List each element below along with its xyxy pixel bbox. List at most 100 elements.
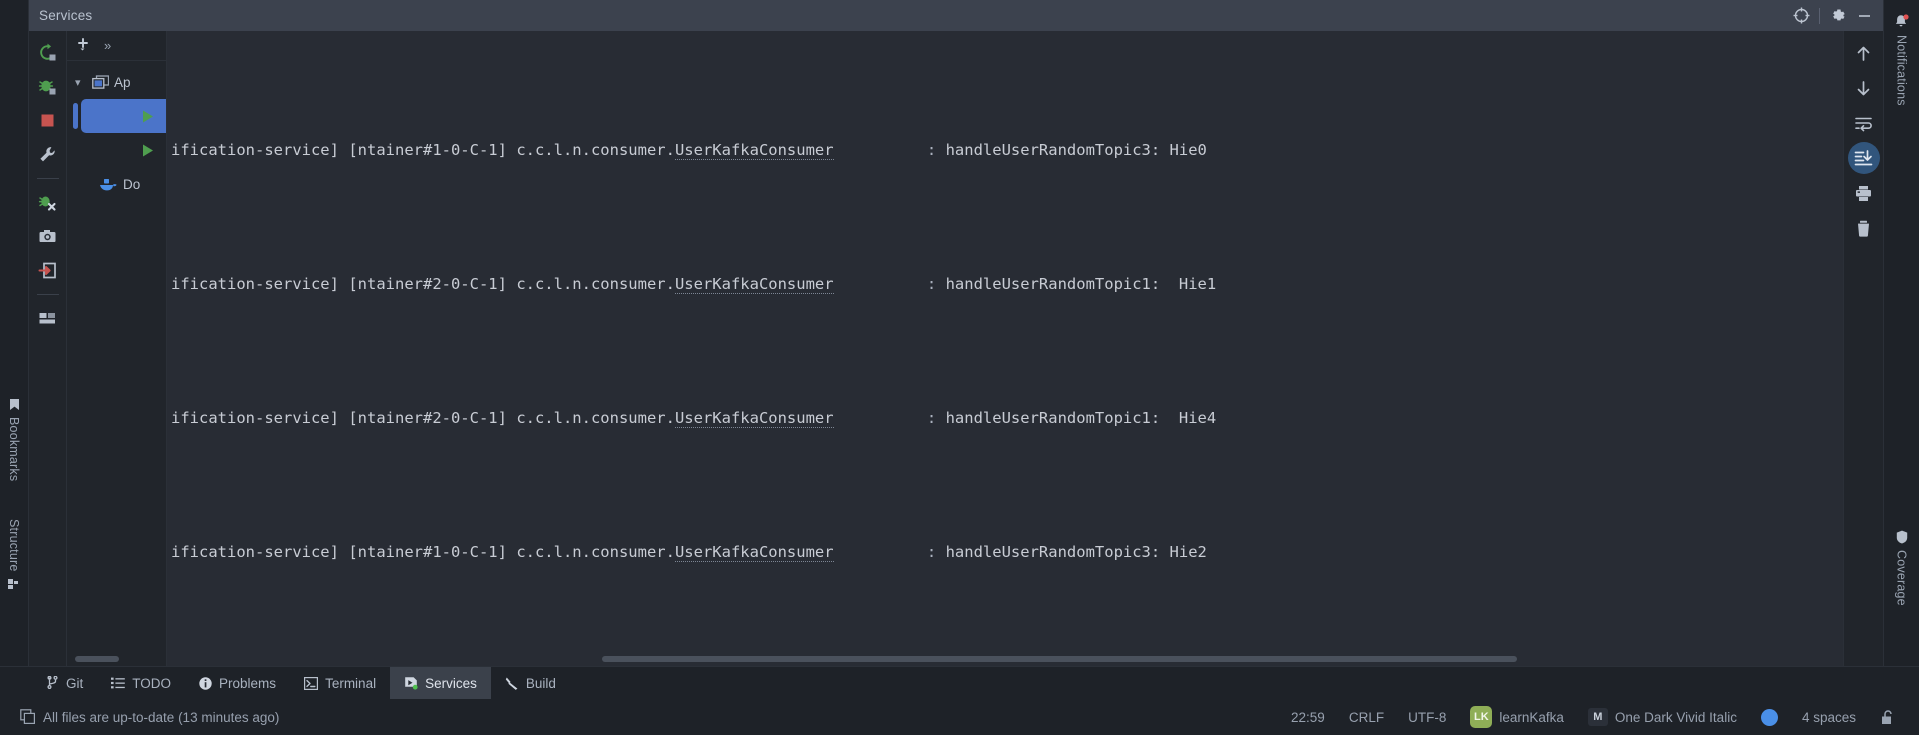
console-area: ification-service] [ntainer#1-0-C-1] c.c… (167, 31, 1843, 666)
tab-terminal[interactable]: Terminal (290, 667, 390, 699)
log-service: ification-service] (171, 274, 339, 293)
print-button[interactable] (1848, 177, 1880, 209)
minimize-icon[interactable] (1851, 3, 1877, 29)
file-encoding[interactable]: UTF-8 (1396, 699, 1458, 735)
log-logger: c.c.l.n.consumer. (516, 542, 675, 561)
services-tree-panel: » ▾ Ap Do (67, 31, 167, 666)
debug-button[interactable] (33, 71, 63, 101)
soft-wrap-button[interactable] (1848, 107, 1880, 139)
tab-todo-label: TODO (132, 675, 172, 691)
chevron-down-icon[interactable]: ▾ (75, 76, 87, 89)
log-logger: c.c.l.n.consumer. (516, 408, 675, 427)
tab-git[interactable]: Git (32, 667, 97, 699)
log-message: handleUserRandomTopic3: Hie2 (945, 542, 1207, 561)
tree-node-docker[interactable]: Do (67, 167, 166, 201)
log-thread: [ntainer#2-0-C-1] (348, 274, 507, 293)
add-service-button[interactable] (75, 37, 92, 54)
log-service: ification-service] (171, 542, 339, 561)
console-horizontal-scrollbar[interactable] (602, 656, 1517, 662)
log-service: ification-service] (171, 408, 339, 427)
build-icon (505, 676, 519, 690)
log-separator: : (926, 542, 946, 561)
sync-status-label: All files are up-to-date (13 minutes ago… (43, 709, 280, 725)
tree-more-button[interactable]: » (104, 38, 111, 53)
export-button[interactable] (33, 255, 63, 285)
settings-wrench-button[interactable] (33, 139, 63, 169)
header-divider (1819, 7, 1820, 24)
tab-git-label: Git (66, 675, 84, 691)
layout-button[interactable] (33, 303, 63, 333)
log-separator: : (926, 140, 946, 159)
scroll-to-end-button[interactable] (1847, 142, 1880, 174)
tree-node-application[interactable]: ▾ Ap (67, 65, 166, 99)
log-message: handleUserRandomTopic1: Hie1 (945, 274, 1217, 293)
line-separator[interactable]: CRLF (1337, 699, 1396, 735)
services-tool-window: Services » ▾ Ap Do ification-service] [n… (29, 0, 1883, 666)
tree-node-docker-label: Do (123, 176, 141, 192)
services-icon (404, 676, 418, 690)
up-arrow-button[interactable] (1848, 37, 1880, 69)
tab-todo[interactable]: TODO (97, 667, 185, 699)
log-class-link[interactable]: UserKafkaConsumer (674, 542, 834, 562)
bell-icon (1894, 14, 1909, 29)
screenshot-button[interactable] (33, 221, 63, 251)
git-branch-label: learnKafka (1499, 709, 1564, 725)
file-encoding-label: UTF-8 (1408, 709, 1447, 725)
tab-problems[interactable]: Problems (185, 667, 290, 699)
indent-setting[interactable]: 4 spaces (1790, 699, 1868, 735)
tree-node-run-selected[interactable] (81, 99, 166, 133)
readonly-toggle[interactable] (1868, 699, 1919, 735)
body-region: Bookmarks Structure Services » ▾ Ap Do i… (0, 0, 1919, 666)
log-logger: c.c.l.n.consumer. (516, 274, 675, 293)
terminal-icon (304, 676, 319, 690)
git-branch[interactable]: LK learnKafka (1458, 699, 1576, 735)
clear-all-button[interactable] (1848, 212, 1880, 244)
log-class-link[interactable]: UserKafkaConsumer (674, 274, 834, 294)
material-theme-icon: M (1587, 708, 1608, 726)
structure-icon (8, 578, 20, 590)
sidebar-item-structure[interactable]: Structure (7, 511, 21, 598)
clock[interactable]: 22:59 (1279, 699, 1337, 735)
log-service: ification-service] (171, 140, 339, 159)
run-actions-toolbar (29, 31, 67, 666)
bottom-tool-tabs: Git TODO Problems Terminal Services Buil… (0, 666, 1919, 699)
log-thread: [ntainer#1-0-C-1] (348, 140, 507, 159)
sync-status[interactable]: All files are up-to-date (13 minutes ago… (0, 699, 291, 735)
log-pad (834, 275, 927, 293)
sidebar-item-notifications[interactable]: Notifications (1894, 6, 1909, 114)
sidebar-item-coverage[interactable]: Coverage (1895, 522, 1909, 614)
inspection-indicator[interactable] (1749, 699, 1790, 735)
tree-horizontal-scrollbar[interactable] (75, 656, 119, 662)
tab-build[interactable]: Build (491, 667, 570, 699)
sidebar-item-notifications-label: Notifications (1894, 35, 1909, 106)
docker-icon (99, 177, 118, 192)
gear-icon[interactable] (1825, 3, 1851, 29)
selection-indicator (73, 103, 78, 129)
sidebar-item-bookmarks[interactable]: Bookmarks (7, 390, 21, 489)
log-message: handleUserRandomTopic1: Hie4 (945, 408, 1217, 427)
console-output[interactable]: ification-service] [ntainer#1-0-C-1] c.c… (167, 31, 1843, 652)
tab-services[interactable]: Services (390, 667, 491, 699)
idea-services-window: Bookmarks Structure Services » ▾ Ap Do i… (0, 0, 1919, 735)
problems-icon (199, 676, 212, 690)
log-class-link[interactable]: UserKafkaConsumer (674, 408, 834, 428)
branch-badge: LK (1470, 706, 1493, 728)
run-icon (140, 109, 155, 124)
locate-icon[interactable] (1788, 3, 1814, 29)
log-class-link[interactable]: UserKafkaConsumer (674, 140, 834, 160)
log-pad (834, 543, 927, 561)
shield-icon (1896, 530, 1908, 544)
tree-node-run-second[interactable] (67, 133, 166, 167)
log-line: ification-service] [ntainer#2-0-C-1] c.c… (167, 402, 1843, 436)
run-icon (140, 143, 155, 158)
theme-selector[interactable]: M One Dark Vivid Italic (1576, 699, 1749, 735)
sidebar-item-structure-label: Structure (7, 519, 21, 572)
console-horizontal-scrollbar-track (167, 652, 1843, 666)
log-thread: [ntainer#1-0-C-1] (348, 542, 507, 561)
stop-debugger-button[interactable] (33, 187, 63, 217)
rerun-button[interactable] (33, 37, 63, 67)
log-pad (834, 409, 927, 427)
stop-button[interactable] (33, 105, 63, 135)
tree-node-application-label: Ap (114, 74, 131, 90)
down-arrow-button[interactable] (1848, 72, 1880, 104)
